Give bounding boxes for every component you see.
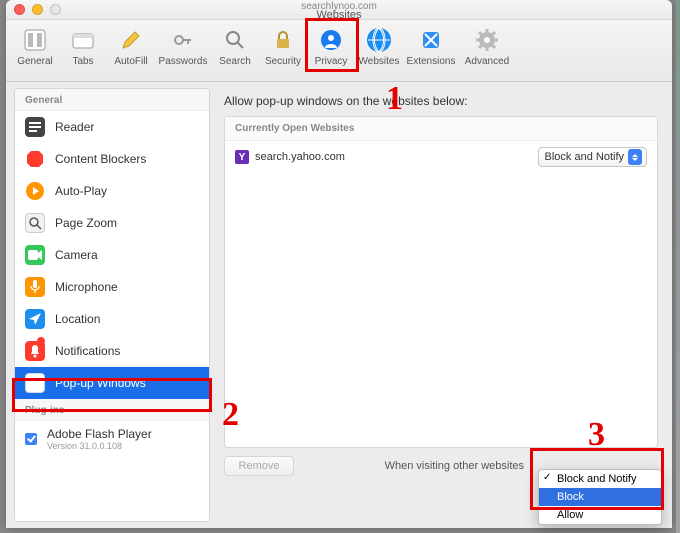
sidebar-item-label: Adobe Flash Player [47,427,152,441]
toolbar-label: Security [260,56,306,67]
sidebar-item-page-zoom[interactable]: Page Zoom [15,207,209,239]
pencil-icon [117,26,145,54]
sidebar-item-label: Page Zoom [55,216,117,230]
titlebar: searchlynoo.com Websites [6,0,672,20]
puzzle-icon [417,26,445,54]
sidebar-item-label: Camera [55,248,98,262]
toolbar-tabs[interactable]: Tabs [60,24,106,67]
toolbar-security[interactable]: Security [260,24,306,67]
zoom-icon [25,213,45,233]
toolbar-label: Websites [356,56,402,67]
switches-icon [21,26,49,54]
plugin-checkbox[interactable] [25,433,37,445]
sidebar-item-auto-play[interactable]: Auto-Play [15,175,209,207]
panel-title: Allow pop-up windows on the websites bel… [224,94,658,108]
content-area: General Reader Content Blockers Auto-Pla… [6,82,672,528]
website-list: Currently Open Websites Y search.yahoo.c… [224,116,658,448]
notification-badge [37,337,45,345]
privacy-icon [317,26,345,54]
sidebar-item-label: Reader [55,120,94,134]
sidebar-item-reader[interactable]: Reader [15,111,209,143]
sidebar-item-microphone[interactable]: Microphone [15,271,209,303]
sidebar-item-label: Content Blockers [55,152,146,166]
website-row[interactable]: Y search.yahoo.com Block and Notify [225,141,657,173]
toolbar-extensions[interactable]: Extensions [404,24,458,67]
reader-icon [25,117,45,137]
toolbar-privacy[interactable]: Privacy [308,24,354,67]
sidebar-item-label: Microphone [55,280,118,294]
location-icon [25,309,45,329]
toolbar-label: AutoFill [108,56,154,67]
sidebar-section-general: General [15,89,209,111]
sidebar-item-location[interactable]: Location [15,303,209,335]
microphone-icon [25,277,45,297]
list-header: Currently Open Websites [225,117,657,141]
sidebar-item-camera[interactable]: Camera [15,239,209,271]
dropdown-option-allow[interactable]: Allow [539,506,661,524]
search-icon [221,26,249,54]
plugin-version: Version 31.0.0.108 [47,441,152,451]
toolbar-label: General [12,56,58,67]
dropdown-option-block-and-notify[interactable]: Block and Notify [539,470,661,488]
main-panel: Allow pop-up windows on the websites bel… [210,82,672,528]
sidebar-item-label: Auto-Play [55,184,107,198]
remove-button[interactable]: Remove [224,456,294,476]
toolbar-label: Advanced [460,56,514,67]
stop-icon [25,149,45,169]
play-icon [25,181,45,201]
website-domain: search.yahoo.com [255,151,345,163]
sidebar-item-flash[interactable]: Adobe Flash Player Version 31.0.0.108 [15,421,209,457]
sidebar-section-plugins: Plug-ins [15,399,209,421]
toolbar-websites[interactable]: Websites [356,24,402,67]
sidebar-item-label: Notifications [55,344,120,358]
key-icon [169,26,197,54]
toolbar-search[interactable]: Search [212,24,258,67]
yahoo-favicon: Y [235,150,249,164]
other-websites-dropdown[interactable]: Block and Notify Block Allow [538,469,662,525]
lock-icon [269,26,297,54]
toolbar-passwords[interactable]: Passwords [156,24,210,67]
gear-icon [473,26,501,54]
window-title: Websites [6,11,672,20]
globe-icon [365,26,393,54]
toolbar-label: Privacy [308,56,354,67]
toolbar-label: Search [212,56,258,67]
sidebar: General Reader Content Blockers Auto-Pla… [14,88,210,522]
popup-value: Block and Notify [545,151,624,163]
sidebar-item-label: Location [55,312,100,326]
toolbar-label: Tabs [60,56,106,67]
toolbar-label: Extensions [404,56,458,67]
dropdown-option-block[interactable]: Block [539,488,661,506]
window-icon [25,373,45,393]
background-decor [676,0,680,533]
site-setting-popup[interactable]: Block and Notify [538,147,647,167]
tabs-icon [69,26,97,54]
sidebar-item-popup-windows[interactable]: Pop-up Windows [15,367,209,399]
toolbar-label: Passwords [156,56,210,67]
preferences-toolbar: General Tabs AutoFill Passwords Search S… [6,20,672,82]
other-websites-label: When visiting other websites [385,460,524,472]
toolbar-general[interactable]: General [12,24,58,67]
toolbar-advanced[interactable]: Advanced [460,24,514,67]
camera-icon [25,245,45,265]
sidebar-item-label: Pop-up Windows [55,376,146,390]
sidebar-item-content-blockers[interactable]: Content Blockers [15,143,209,175]
sidebar-item-notifications[interactable]: Notifications [15,335,209,367]
stepper-arrows-icon [628,149,642,165]
toolbar-autofill[interactable]: AutoFill [108,24,154,67]
preferences-window: searchlynoo.com Websites General Tabs Au… [6,0,672,528]
